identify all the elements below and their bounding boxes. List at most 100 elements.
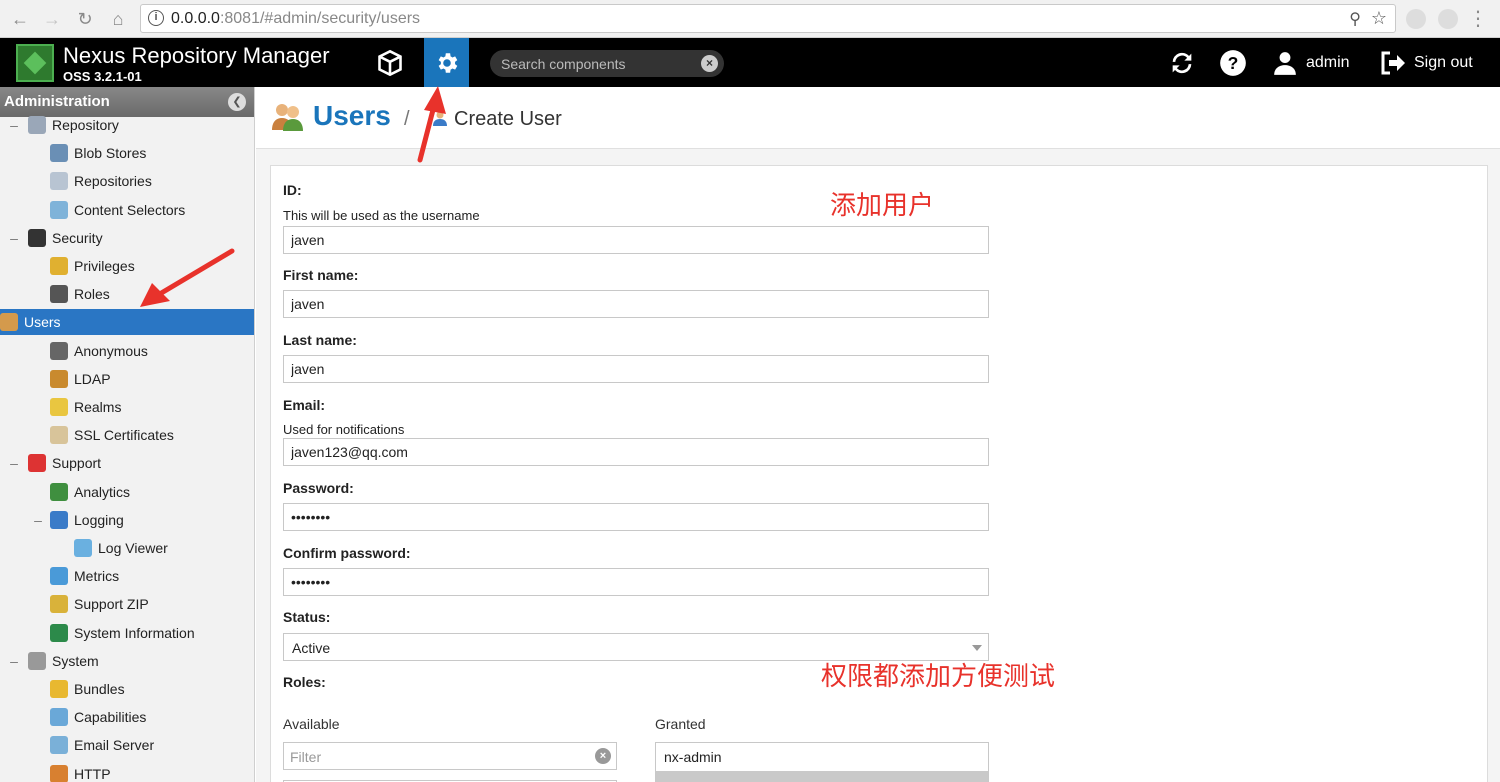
pie-chart-icon bbox=[50, 567, 68, 586]
sidebar-item-repository[interactable]: – Repository bbox=[8, 112, 119, 138]
sidebar-item-label: Analytics bbox=[74, 483, 131, 500]
list-item[interactable]: nx-anonymous bbox=[656, 771, 988, 782]
sidebar-item-log-viewer[interactable]: Log Viewer bbox=[74, 535, 168, 561]
granted-roles-list[interactable]: nx-admin nx-anonymous bbox=[655, 742, 989, 782]
sign-out-button[interactable]: Sign out bbox=[1380, 38, 1485, 87]
sidebar-item-label: Capabilities bbox=[74, 709, 147, 726]
confirm-password-field[interactable] bbox=[283, 568, 989, 596]
sidebar-item-bundles[interactable]: Bundles bbox=[50, 676, 125, 702]
sidebar-item-support[interactable]: – Support bbox=[8, 450, 101, 476]
breadcrumb-users-link[interactable]: Users bbox=[313, 100, 391, 132]
sidebar-item-blob-stores[interactable]: Blob Stores bbox=[50, 140, 146, 166]
sidebar-item-system[interactable]: – System bbox=[8, 648, 99, 674]
collapse-toggle-icon[interactable]: – bbox=[8, 117, 20, 133]
gear-icon bbox=[28, 651, 46, 670]
key-icon[interactable]: ⚲ bbox=[1349, 9, 1361, 29]
collapse-sidebar-icon[interactable]: ❮ bbox=[228, 93, 246, 111]
truck-icon bbox=[50, 764, 68, 782]
refresh-icon bbox=[1172, 52, 1192, 73]
collapse-toggle-icon[interactable]: – bbox=[8, 230, 20, 246]
database-icon bbox=[50, 172, 68, 191]
refresh-button[interactable] bbox=[1166, 38, 1198, 87]
clear-search-icon[interactable]: × bbox=[701, 55, 718, 72]
sidebar-item-analytics[interactable]: Analytics bbox=[50, 479, 130, 505]
reload-icon[interactable]: ↻ bbox=[73, 7, 97, 31]
sidebar-item-label: HTTP bbox=[74, 765, 111, 782]
users-icon bbox=[0, 313, 18, 332]
collapse-toggle-icon[interactable]: – bbox=[8, 653, 20, 669]
sidebar-item-roles[interactable]: Roles bbox=[50, 281, 110, 307]
collapse-toggle-icon[interactable]: – bbox=[32, 512, 44, 528]
sidebar-item-security[interactable]: – Security bbox=[8, 225, 103, 251]
sidebar-item-realms[interactable]: Realms bbox=[50, 394, 121, 420]
lifebuoy-icon bbox=[28, 454, 46, 473]
browse-button[interactable] bbox=[368, 38, 412, 87]
app-version: OSS 3.2.1-01 bbox=[63, 69, 142, 84]
sidebar-item-label: Content Selectors bbox=[74, 201, 186, 218]
first-name-field[interactable] bbox=[283, 290, 989, 318]
anonymous-user-icon bbox=[50, 341, 68, 360]
security-icon bbox=[28, 228, 46, 247]
bookmark-star-icon[interactable]: ☆ bbox=[1371, 8, 1387, 29]
sidebar-item-label: Support ZIP bbox=[74, 596, 149, 613]
sidebar-item-content-selectors[interactable]: Content Selectors bbox=[50, 197, 185, 223]
address-bar[interactable]: i 0.0.0.0:8081/#admin/security/users ⚲ ☆ bbox=[140, 4, 1396, 33]
back-arrow-icon[interactable]: ← bbox=[8, 7, 32, 31]
extension-icon[interactable] bbox=[1438, 9, 1458, 29]
sidebar-item-logging[interactable]: – Logging bbox=[32, 507, 124, 533]
role-icon bbox=[50, 285, 68, 304]
home-icon[interactable]: ⌂ bbox=[106, 7, 130, 31]
status-label: Status: bbox=[283, 609, 331, 625]
puzzle-icon bbox=[50, 680, 68, 698]
selector-icon bbox=[50, 200, 68, 219]
email-label: Email: bbox=[283, 397, 326, 413]
sidebar-item-metrics[interactable]: Metrics bbox=[50, 563, 119, 589]
sidebar-item-label: Support bbox=[52, 455, 102, 472]
sign-out-label: Sign out bbox=[1414, 53, 1473, 71]
sidebar-item-privileges[interactable]: Privileges bbox=[50, 253, 135, 279]
id-help-text: This will be used as the username bbox=[283, 208, 480, 223]
sidebar-item-label: Blob Stores bbox=[74, 145, 147, 162]
sidebar-item-ldap[interactable]: LDAP bbox=[50, 366, 111, 392]
extension-icon[interactable] bbox=[1406, 9, 1426, 29]
id-label: ID: bbox=[283, 182, 302, 198]
last-name-field[interactable] bbox=[283, 355, 989, 383]
sidebar-item-email-server[interactable]: Email Server bbox=[50, 732, 154, 758]
sidebar-item-label: Security bbox=[52, 229, 103, 246]
user-menu-button[interactable]: admin bbox=[1272, 38, 1364, 87]
collapse-toggle-icon[interactable]: – bbox=[8, 455, 20, 471]
forward-arrow-icon[interactable]: → bbox=[40, 7, 64, 31]
certificate-icon bbox=[50, 426, 68, 445]
cube-icon bbox=[378, 49, 402, 76]
url-text: 0.0.0.0:8081/#admin/security/users bbox=[171, 10, 421, 27]
roles-filter-input[interactable] bbox=[290, 747, 590, 766]
sidebar-item-label: Anonymous bbox=[74, 342, 148, 359]
sidebar-item-ssl-certificates[interactable]: SSL Certificates bbox=[50, 422, 174, 448]
app-header: Nexus Repository Manager OSS 3.2.1-01 × … bbox=[0, 38, 1500, 87]
confirm-password-label: Confirm password: bbox=[283, 545, 411, 561]
sidebar-item-label: Roles bbox=[74, 286, 110, 303]
annotation-roles-note: 权限都添加方便测试 bbox=[821, 662, 1056, 692]
email-field[interactable] bbox=[283, 438, 989, 466]
sidebar-item-support-zip[interactable]: Support ZIP bbox=[50, 591, 149, 617]
sidebar-item-label: Bundles bbox=[74, 681, 125, 697]
info-icon[interactable]: i bbox=[148, 10, 164, 26]
globe-icon bbox=[50, 623, 68, 642]
sidebar-item-system-information[interactable]: System Information bbox=[50, 620, 195, 646]
user-icon bbox=[1274, 51, 1296, 75]
email-help-text: Used for notifications bbox=[283, 422, 405, 437]
password-field[interactable] bbox=[283, 503, 989, 531]
nexus-logo-icon[interactable] bbox=[16, 44, 54, 82]
sidebar-item-anonymous[interactable]: Anonymous bbox=[50, 338, 148, 364]
help-button[interactable]: ? bbox=[1217, 38, 1249, 87]
menu-icon[interactable]: ⋮ bbox=[1466, 7, 1490, 31]
search-input[interactable] bbox=[501, 54, 696, 73]
clear-filter-icon[interactable]: × bbox=[595, 748, 611, 764]
red-arrow-icon bbox=[417, 86, 446, 163]
list-item[interactable]: nx-admin bbox=[656, 743, 988, 771]
cube-icon bbox=[50, 708, 68, 727]
sidebar-item-capabilities[interactable]: Capabilities bbox=[50, 704, 146, 730]
sidebar-item-repositories[interactable]: Repositories bbox=[50, 168, 152, 194]
id-field[interactable] bbox=[283, 226, 989, 254]
sidebar-item-http[interactable]: HTTP bbox=[50, 761, 111, 782]
